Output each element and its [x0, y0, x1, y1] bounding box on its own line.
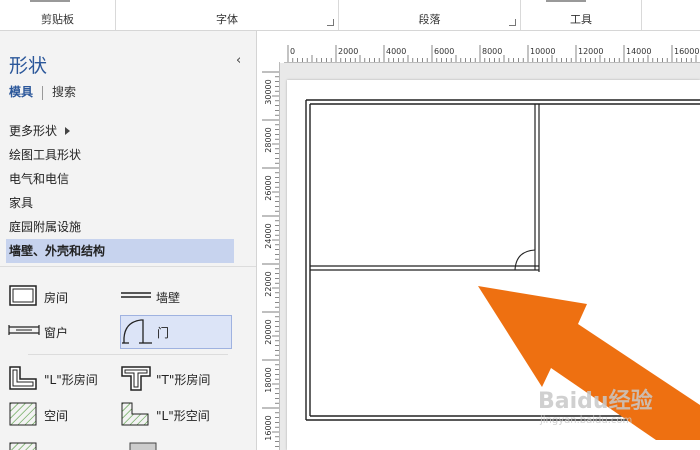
divider: [0, 266, 256, 267]
shape-wall[interactable]: 墙壁: [120, 281, 220, 311]
shape-label: "T"形房间: [156, 373, 211, 387]
shape-door[interactable]: 门: [120, 315, 232, 349]
ribbon-group-paragraph: 段落: [339, 0, 521, 30]
watermark-text: Baidu经验: [538, 389, 653, 414]
vertical-ruler[interactable]: 30000 28000 26000 24000 22000 20000 18000 16000: [260, 62, 280, 450]
ruler-tick-label: 16000: [264, 415, 273, 440]
space-shape-icon: [9, 402, 37, 426]
stencil-item[interactable]: 电气和电信: [6, 167, 234, 191]
ruler-tick-label: 16000: [674, 47, 699, 56]
shape-label: "L"形房间: [44, 373, 98, 387]
wall-interior-vertical: [534, 104, 540, 272]
ribbon-group-font: 字体: [116, 0, 339, 30]
window-shape-icon: [8, 325, 40, 335]
shape-label: 空间: [44, 409, 69, 423]
door-shape: [514, 249, 536, 271]
chevron-right-icon: [65, 127, 71, 135]
dialog-launcher-icon[interactable]: [327, 19, 334, 26]
ribbon-group-tools: 工具: [521, 0, 642, 30]
stencil-more-shapes[interactable]: 更多形状: [6, 119, 234, 143]
ruler-tick-label: 0: [290, 47, 295, 56]
ribbon-group-label: 字体: [216, 13, 238, 26]
ruler-tick-label: 26000: [264, 175, 273, 200]
shapes-pane: 形状 ‹ 模具 搜索 更多形状 绘图工具形状 电气和电信 家具 庭园附属设施 墙壁…: [0, 31, 257, 450]
pane-tabs: 模具 搜索: [9, 83, 76, 100]
shape-label: 窗户: [44, 326, 69, 340]
stencil-item-active[interactable]: 墙壁、外壳和结构: [6, 239, 234, 263]
ruler-tick-label: 12000: [578, 47, 603, 56]
shape-l-space[interactable]: "L"形空间: [120, 399, 235, 429]
stencil-item[interactable]: 庭园附属设施: [6, 215, 234, 239]
ribbon-group-label: 工具: [570, 13, 592, 26]
t-room-shape-icon: [121, 366, 151, 391]
shape-t-room[interactable]: "T"形房间: [120, 363, 235, 393]
shape-label: 门: [157, 326, 170, 340]
pane-title: 形状: [9, 55, 48, 77]
shape-label: 房间: [44, 291, 69, 305]
dialog-launcher-icon[interactable]: [509, 19, 516, 26]
partial-shape-row: [9, 442, 157, 450]
l-room-shape-icon: [9, 366, 37, 390]
tab-stencils[interactable]: 模具: [9, 85, 33, 99]
watermark-sub: jingyan.baidu.com: [540, 415, 633, 426]
shape-window[interactable]: 窗户: [8, 316, 108, 346]
ruler-tick-label: 4000: [386, 47, 406, 56]
l-space-shape-icon: [121, 402, 149, 426]
shape-label: 墙壁: [156, 291, 181, 305]
door-shape-icon: [122, 319, 152, 344]
ruler-tick-label: 2000: [338, 47, 358, 56]
stencil-item[interactable]: 绘图工具形状: [6, 143, 234, 167]
ruler-tick-label: 18000: [264, 367, 273, 392]
wall-interior-horizontal: [310, 265, 539, 271]
ruler-tick-label: 10000: [530, 47, 555, 56]
stencil-label: 更多形状: [9, 124, 58, 138]
ribbon-group-clipboard: 剪贴板: [0, 0, 116, 30]
ruler-tick-label: 30000: [264, 79, 273, 104]
stencil-item[interactable]: 家具: [6, 191, 234, 215]
ribbon-group-label: 段落: [418, 13, 441, 26]
ruler-corner: [260, 43, 284, 62]
ruler-tick-label: 22000: [264, 271, 273, 296]
divider: [28, 354, 228, 355]
ribbon-group-label: 剪贴板: [41, 13, 74, 26]
wall-shape-icon: [121, 292, 151, 298]
room-shape-icon: [9, 285, 37, 306]
collapse-pane-icon[interactable]: ‹: [236, 53, 241, 68]
ruler-tick-label: 14000: [626, 47, 651, 56]
shape-l-room[interactable]: "L"形房间: [8, 363, 118, 393]
stencil-list: 更多形状 绘图工具形状 电气和电信 家具 庭园附属设施 墙壁、外壳和结构: [6, 119, 234, 263]
shape-space[interactable]: 空间: [8, 399, 108, 429]
tab-search[interactable]: 搜索: [52, 85, 76, 99]
ruler-tick-label: 28000: [264, 127, 273, 152]
shape-room[interactable]: 房间: [8, 281, 108, 311]
horizontal-ruler[interactable]: 0 2000 4000 6000 8000 10000 12000 14000 16000: [284, 43, 700, 63]
ruler-tick-label: 8000: [482, 47, 502, 56]
ruler-tick-label: 20000: [264, 319, 273, 344]
ruler-tick-label: 24000: [264, 223, 273, 248]
shape-label: "L"形空间: [156, 409, 210, 423]
watermark: Baidu经验 jingyan.baidu.com: [538, 383, 653, 426]
ribbon: 剪贴板 字体 段落 工具: [0, 0, 700, 31]
ruler-tick-label: 6000: [434, 47, 454, 56]
